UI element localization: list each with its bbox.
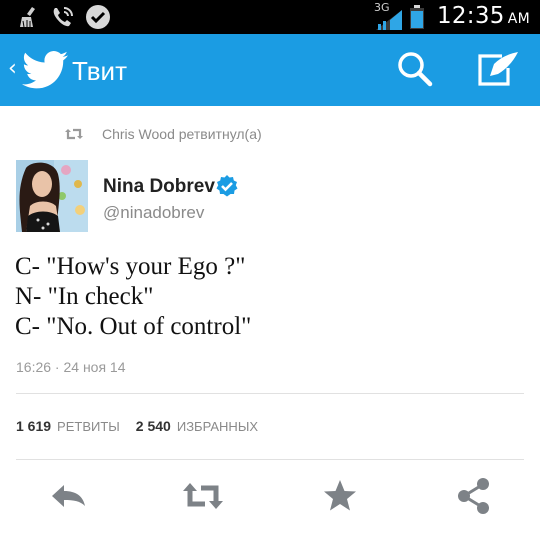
avatar[interactable] <box>16 160 88 232</box>
favorite-icon[interactable] <box>320 476 360 516</box>
compose-icon[interactable] <box>476 50 520 88</box>
battery-icon <box>410 5 424 29</box>
retweets-label[interactable]: РЕТВИТЫ <box>57 419 120 434</box>
retweets-count[interactable]: 1 619 <box>16 418 51 434</box>
action-bar: ‹ Твит <box>0 34 540 106</box>
author-handle[interactable]: @ninadobrev <box>103 203 204 223</box>
tweet-timestamp: 16:26 · 24 ноя 14 <box>16 359 126 375</box>
back-icon[interactable]: ‹ <box>8 58 17 80</box>
tweet-line: N- "In check" <box>15 283 154 310</box>
retweeted-by-row[interactable]: Chris Wood ретвитнул(а) <box>64 122 262 146</box>
tweet-line: C- "No. Out of control" <box>15 313 252 340</box>
clock: 12:35 AM <box>437 3 530 29</box>
avatar-image <box>16 160 88 232</box>
cleaner-icon <box>20 7 35 28</box>
tweet-text: C- "How's your Ego ?" N- "In check" C- "… <box>15 252 251 342</box>
twitter-bird-icon[interactable] <box>22 50 68 90</box>
tweet-line: C- "How's your Ego ?" <box>15 253 246 280</box>
signal-icon <box>376 10 402 30</box>
author-name[interactable]: Nina Dobrev <box>103 176 215 198</box>
verified-badge-icon <box>216 175 238 197</box>
favorites-count[interactable]: 2 540 <box>136 418 171 434</box>
retweet-icon[interactable] <box>181 476 225 516</box>
reply-icon[interactable] <box>48 476 88 516</box>
check-circle-icon <box>86 5 110 29</box>
page-title: Твит <box>72 56 127 86</box>
status-bar: 3G 12:35 AM <box>0 0 540 34</box>
share-icon[interactable] <box>454 476 494 516</box>
phone-icon <box>53 7 73 27</box>
clock-time: 12:35 <box>436 3 505 29</box>
divider <box>16 459 524 460</box>
favorites-label[interactable]: ИЗБРАННЫХ <box>177 419 258 434</box>
retweeted-by-label: Chris Wood ретвитнул(а) <box>102 126 262 142</box>
divider <box>16 393 524 394</box>
search-icon[interactable] <box>396 50 434 88</box>
retweet-small-icon <box>65 128 83 140</box>
clock-ampm: AM <box>507 11 530 27</box>
tweet-stats: 1 619 РЕТВИТЫ 2 540 ИЗБРАННЫХ <box>16 418 258 434</box>
